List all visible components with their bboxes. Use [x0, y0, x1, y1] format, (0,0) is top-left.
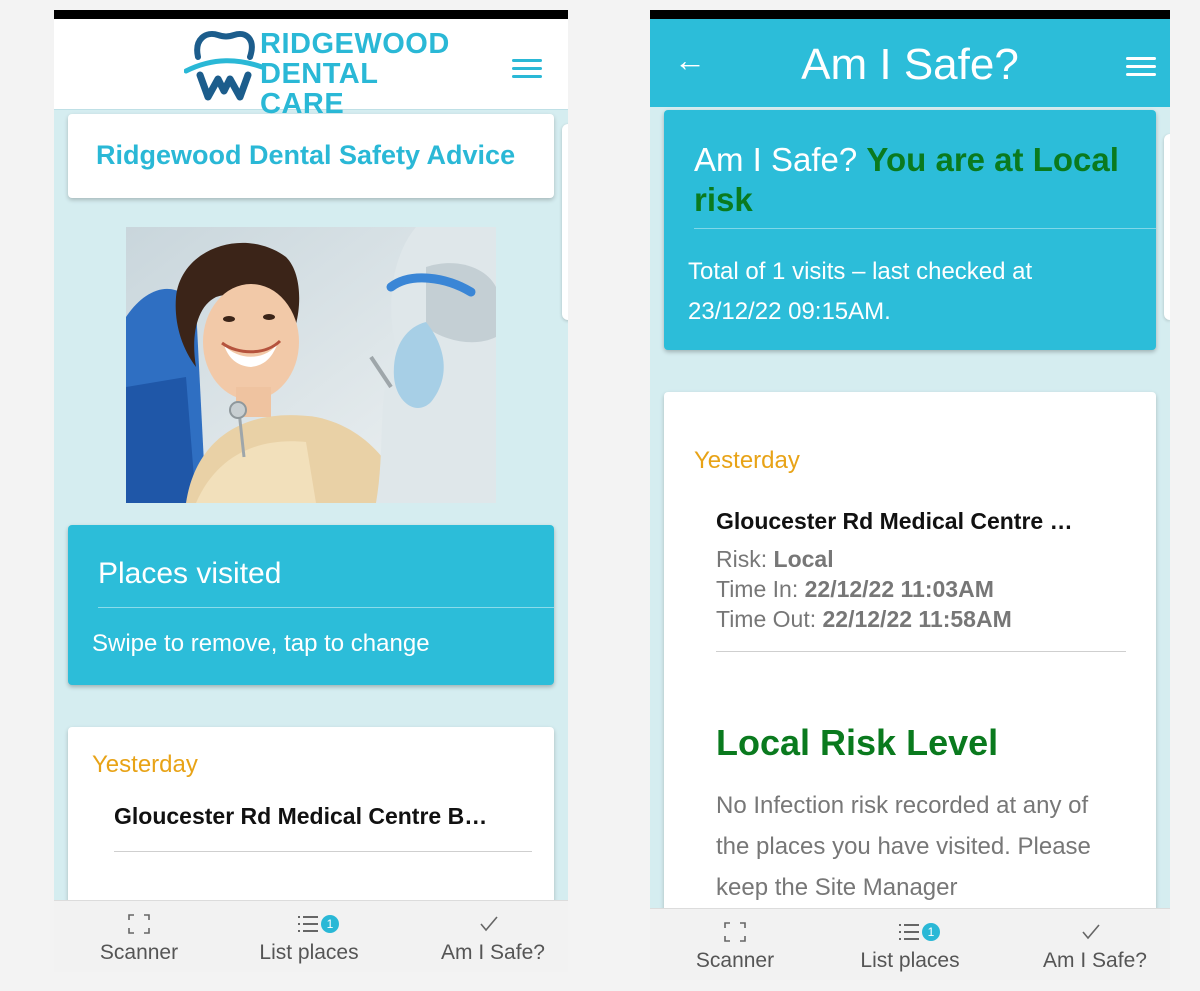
nav-scanner[interactable]: Scanner	[74, 901, 204, 972]
scanner-icon	[128, 914, 150, 934]
safety-advice-card[interactable]: Ridgewood Dental Safety Advice	[68, 114, 554, 198]
next-card-peek	[562, 124, 568, 320]
bottom-navigation: Scanner 1 List places Am I Safe?	[54, 900, 568, 972]
risk-label: Risk:	[716, 546, 768, 572]
list-icon	[899, 924, 919, 940]
risk-row: Risk: Local	[716, 546, 834, 573]
places-visited-subtitle: Swipe to remove, tap to change	[92, 630, 430, 657]
nav-list-places-label: List places	[259, 941, 359, 964]
nav-list-places[interactable]: 1 List places	[845, 909, 975, 980]
ridgewood-logo[interactable]: RIDGEWOOD DENTAL CARE	[184, 27, 464, 119]
nav-am-i-safe[interactable]: Am I Safe?	[418, 901, 568, 972]
time-out-row: Time Out: 22/12/22 11:58AM	[716, 606, 1012, 633]
status-bar	[54, 10, 568, 19]
tooth-logo-icon	[184, 31, 264, 101]
bottom-navigation: Scanner 1 List places Am I Safe?	[650, 908, 1170, 980]
places-visited-card[interactable]: Places visited Swipe to remove, tap to c…	[68, 525, 554, 685]
time-out-value: 22/12/22 11:58AM	[822, 606, 1012, 632]
check-icon	[480, 916, 498, 932]
risk-value: Local	[773, 546, 834, 572]
check-icon	[1082, 924, 1100, 940]
status-bar	[650, 10, 1170, 19]
card-divider	[694, 228, 1156, 229]
detail-divider	[716, 651, 1126, 652]
list-divider	[114, 851, 532, 852]
logo-text: RIDGEWOOD DENTAL CARE	[260, 29, 464, 119]
phone-screen-am-i-safe: ← Am I Safe? Am I Safe? You are at Local…	[650, 10, 1170, 980]
nav-am-i-safe[interactable]: Am I Safe?	[1020, 909, 1170, 980]
nav-scanner-label: Scanner	[99, 941, 179, 964]
safety-status-prefix: Am I Safe?	[694, 141, 858, 178]
scanner-icon	[724, 922, 746, 942]
list-icon	[298, 916, 318, 932]
list-item[interactable]: Gloucester Rd Medical Centre B…	[114, 803, 487, 830]
logo-line-1: RIDGEWOOD	[260, 28, 450, 60]
safety-status-title: Am I Safe? You are at Local risk	[694, 140, 1124, 220]
nav-list-places-label: List places	[860, 949, 960, 972]
safety-advice-title: Ridgewood Dental Safety Advice	[96, 140, 516, 170]
risk-level-heading: Local Risk Level	[716, 722, 999, 763]
menu-icon[interactable]	[1126, 57, 1156, 79]
time-out-label: Time Out:	[716, 606, 817, 632]
time-in-value: 22/12/22 11:03AM	[804, 576, 994, 602]
logo-line-2: DENTAL CARE	[260, 58, 378, 120]
page-title: Am I Safe?	[801, 40, 1019, 89]
phone-screen-home: RIDGEWOOD DENTAL CARE Ridgewood Dental S…	[54, 10, 568, 972]
nav-scanner[interactable]: Scanner	[670, 909, 800, 980]
visit-detail-card: Yesterday Gloucester Rd Medical Centre ……	[664, 392, 1156, 932]
places-visited-title: Places visited	[98, 557, 282, 590]
list-item[interactable]: Gloucester Rd Medical Centre …	[716, 508, 1073, 535]
day-label: Yesterday	[694, 447, 800, 474]
nav-am-i-safe-label: Am I Safe?	[441, 941, 545, 964]
risk-level-description: No Infection risk recorded at any of the…	[716, 792, 1091, 901]
time-in-label: Time In:	[716, 576, 799, 602]
visits-summary: Total of 1 visits – last checked at 23/1…	[688, 258, 1033, 325]
list-count-badge: 1	[922, 923, 940, 941]
list-count-badge: 1	[321, 915, 339, 933]
card-divider	[98, 607, 554, 608]
safety-status-card: Am I Safe? You are at Local risk Total o…	[664, 110, 1156, 350]
nav-am-i-safe-label: Am I Safe?	[1043, 949, 1147, 972]
nav-scanner-label: Scanner	[695, 949, 775, 972]
app-header: RIDGEWOOD DENTAL CARE	[54, 19, 568, 119]
nav-list-places[interactable]: 1 List places	[244, 901, 374, 972]
time-in-row: Time In: 22/12/22 11:03AM	[716, 576, 994, 603]
next-card-peek	[1164, 134, 1170, 320]
dental-photo	[126, 227, 496, 503]
app-header: ← Am I Safe?	[650, 19, 1170, 107]
day-label: Yesterday	[92, 751, 198, 778]
menu-icon[interactable]	[512, 59, 542, 81]
